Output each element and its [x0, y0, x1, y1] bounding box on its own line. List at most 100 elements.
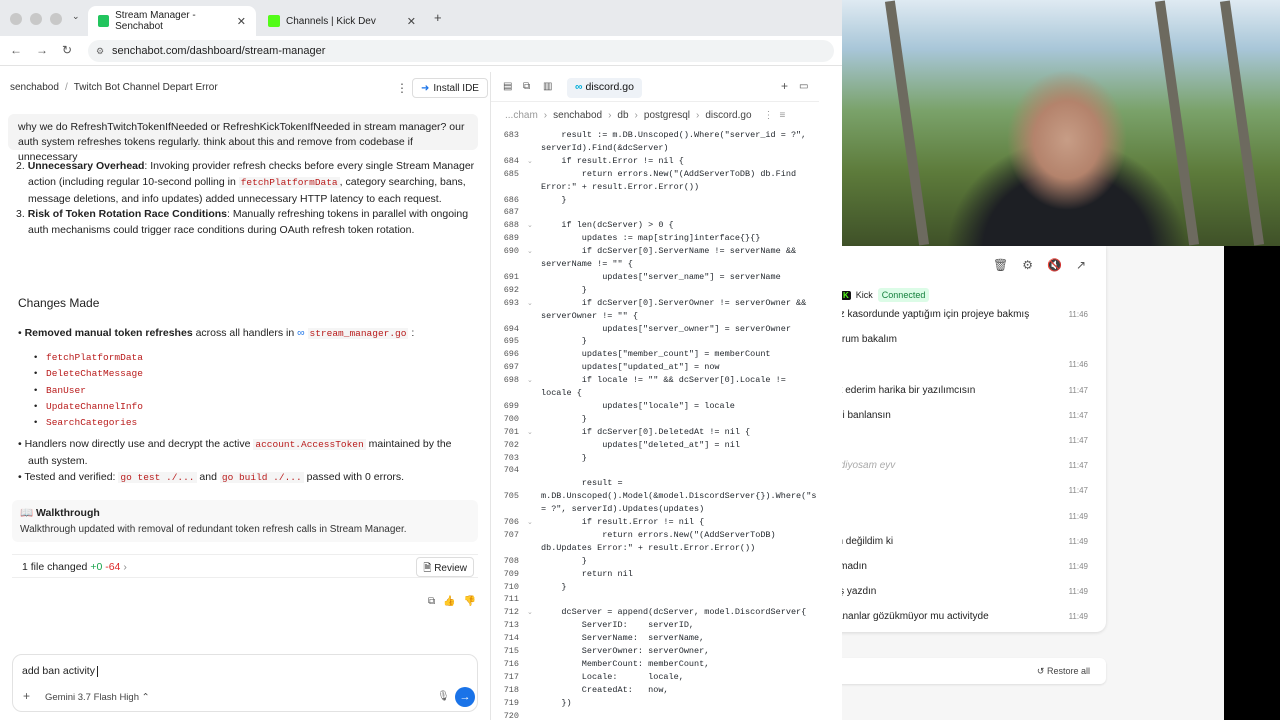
- code-line: if dcServer[0].DeletedAt != nil {: [541, 426, 751, 437]
- path-segment[interactable]: discord.go: [705, 110, 751, 121]
- sidebar-toggle-icon[interactable]: ▤: [503, 81, 512, 92]
- microphone-icon[interactable]: 🎙: [437, 691, 450, 702]
- trash-icon[interactable]: 🗑: [993, 258, 1008, 272]
- send-button[interactable]: →: [455, 687, 475, 707]
- panel-icon[interactable]: ▭: [799, 81, 808, 92]
- path-segment[interactable]: senchabod: [553, 110, 602, 121]
- code-line: }: [541, 581, 567, 592]
- chat-message[interactable]: 11:47: [818, 478, 1106, 503]
- files-changed-row[interactable]: 1 file changed +0 -64 › 🗎 Review: [12, 554, 478, 578]
- code-line: updates := map[string]interface{}{}: [541, 233, 761, 244]
- chat-message[interactable]: yanlış yazdın 11:49: [818, 579, 1106, 604]
- subitem-function: SearchCategories: [34, 417, 137, 428]
- breadcrumb-conversation[interactable]: Twitch Bot Channel Depart Error: [74, 82, 218, 93]
- review-button[interactable]: 🗎 Review: [416, 557, 474, 577]
- close-window-button[interactable]: [10, 13, 22, 25]
- site-info-icon[interactable]: ⚙: [96, 46, 104, 57]
- mute-icon[interactable]: 🔇: [1047, 258, 1062, 272]
- code-line: updates["server_name"] = serverName: [541, 271, 781, 282]
- code-line: if locale != "" && dcServer[0].Locale !=: [541, 375, 786, 386]
- reason-3-text: : Manually refreshing tokens in parallel…: [227, 208, 469, 220]
- code-line: db.Updates Error:" + result.Error.Error(…: [541, 542, 756, 553]
- new-file-icon[interactable]: +: [781, 79, 788, 93]
- breadcrumb-project[interactable]: senchabod: [10, 82, 59, 93]
- inline-code: go build ./...: [219, 472, 304, 483]
- url-input[interactable]: ⚙ senchabot.com/dashboard/stream-manager: [88, 40, 834, 62]
- chat-message[interactable]: hakediyosam eyv 11:47: [818, 453, 1106, 478]
- copy-icon[interactable]: ⧉: [428, 596, 435, 607]
- chat-message[interactable]: banlananlar gözükmüyor mu activityde 11:4…: [818, 604, 1106, 629]
- restore-all-button[interactable]: ↺ Restore all: [1037, 666, 1090, 677]
- chat-message[interactable]: yazamadın 11:49: [818, 554, 1106, 579]
- reason-2-title: Unnecessary Overhead: [27, 160, 145, 172]
- subitem-function: DeleteChatMessage: [34, 368, 143, 379]
- external-link-icon[interactable]: ↗: [1076, 258, 1086, 272]
- message-composer: add ban activity + Gemini 3.7 Flash High…: [12, 654, 478, 712]
- walkthrough-card[interactable]: 📖 Walkthrough Walkthrough updated with r…: [12, 500, 478, 542]
- reload-icon[interactable]: ↻: [62, 43, 72, 57]
- list-icon[interactable]: ≡: [780, 110, 786, 121]
- chat-message[interactable]: kei11:47: [818, 428, 1106, 453]
- file-path-breadcrumb: ...cham › senchabod › db › postgresql › …: [505, 110, 785, 121]
- code-line: ServerOwner: serverOwner,: [541, 646, 710, 656]
- more-options-icon[interactable]: ⋮: [764, 110, 774, 121]
- fold-chevron-icon[interactable]: ⌄: [527, 376, 533, 384]
- chat-message[interactable]: tebrik ederim harika bir yazılımcısın 11:…: [818, 378, 1106, 403]
- line-number: 692: [503, 284, 519, 295]
- line-number: 697: [503, 362, 519, 373]
- feedback-actions: ⧉ 👍 👎: [428, 596, 476, 607]
- path-segment[interactable]: postgresql: [644, 110, 690, 121]
- chat-message[interactable]: iyoruz kasordunde yaptığım için projeye …: [818, 302, 1106, 327]
- close-tab-icon[interactable]: ✕: [237, 15, 246, 28]
- chat-message[interactable]: 11:49: [818, 504, 1106, 529]
- back-icon[interactable]: ←: [10, 43, 22, 57]
- tab-kick-dev[interactable]: Channels | Kick Dev ✕: [258, 6, 426, 36]
- file-link[interactable]: stream_manager.go: [307, 328, 409, 339]
- chat-message-time: 11:47: [1068, 461, 1088, 471]
- line-number: 716: [503, 658, 519, 669]
- chat-message[interactable]: necmi banlansın 11:47: [818, 403, 1106, 428]
- file-tab[interactable]: ∞ discord.go: [567, 78, 642, 98]
- fold-chevron-icon[interactable]: ⌄: [527, 247, 533, 255]
- path-segment[interactable]: ...cham: [505, 110, 538, 121]
- code-line: if result.Error != nil {: [541, 517, 705, 527]
- close-tab-icon[interactable]: ✕: [407, 15, 416, 28]
- fold-chevron-icon[interactable]: ⌄: [527, 299, 533, 307]
- tree-trunk: [1219, 0, 1265, 246]
- fold-chevron-icon[interactable]: ⌄: [527, 428, 533, 436]
- chat-message[interactable]: eniyorum bakalım: [818, 327, 1106, 352]
- line-number: 685: [503, 168, 519, 179]
- chat-message[interactable]: o ben değildim ki 11:49: [818, 529, 1106, 554]
- agent-panel: senchabod / Twitch Bot Channel Depart Er…: [0, 72, 490, 720]
- line-number: 708: [503, 555, 519, 566]
- message-input[interactable]: add ban activity: [22, 665, 98, 677]
- line-number: 701: [503, 426, 519, 437]
- forward-icon[interactable]: →: [36, 43, 48, 57]
- fold-chevron-icon[interactable]: ⌄: [527, 157, 533, 165]
- new-tab-icon[interactable]: +: [434, 10, 442, 25]
- fold-chevron-icon[interactable]: ⌄: [527, 221, 533, 229]
- maximize-window-button[interactable]: [50, 13, 62, 25]
- split-view-icon[interactable]: ▥: [543, 81, 552, 92]
- line-number: 715: [503, 646, 519, 656]
- walkthrough-description: Walkthrough updated with removal of redu…: [20, 524, 407, 535]
- more-options-icon[interactable]: ⋮: [396, 81, 408, 95]
- gear-icon[interactable]: ⚙: [1022, 258, 1033, 272]
- thumbs-down-icon[interactable]: 👎: [464, 596, 476, 607]
- add-context-icon[interactable]: +: [23, 689, 30, 703]
- copy-file-icon[interactable]: ⧉: [523, 81, 530, 92]
- install-ide-button[interactable]: ➜ Install IDE: [412, 78, 488, 98]
- tab-stream-manager[interactable]: Stream Manager - Senchabot ✕: [88, 6, 256, 36]
- model-selector[interactable]: Gemini 3.7 Flash High ⌃: [45, 692, 150, 703]
- fold-chevron-icon[interactable]: ⌄: [527, 608, 533, 616]
- line-number: 703: [503, 452, 519, 463]
- tab-list-chevron-icon[interactable]: ⌄: [72, 11, 80, 22]
- line-number: 707: [503, 529, 519, 540]
- chat-message[interactable]: 11:46: [818, 352, 1106, 377]
- code-line: Error:" + result.Error.Error()): [541, 181, 700, 192]
- tree-trunk: [1154, 0, 1200, 246]
- path-segment[interactable]: db: [617, 110, 628, 121]
- thumbs-up-icon[interactable]: 👍: [443, 596, 455, 607]
- fold-chevron-icon[interactable]: ⌄: [527, 518, 533, 526]
- minimize-window-button[interactable]: [30, 13, 42, 25]
